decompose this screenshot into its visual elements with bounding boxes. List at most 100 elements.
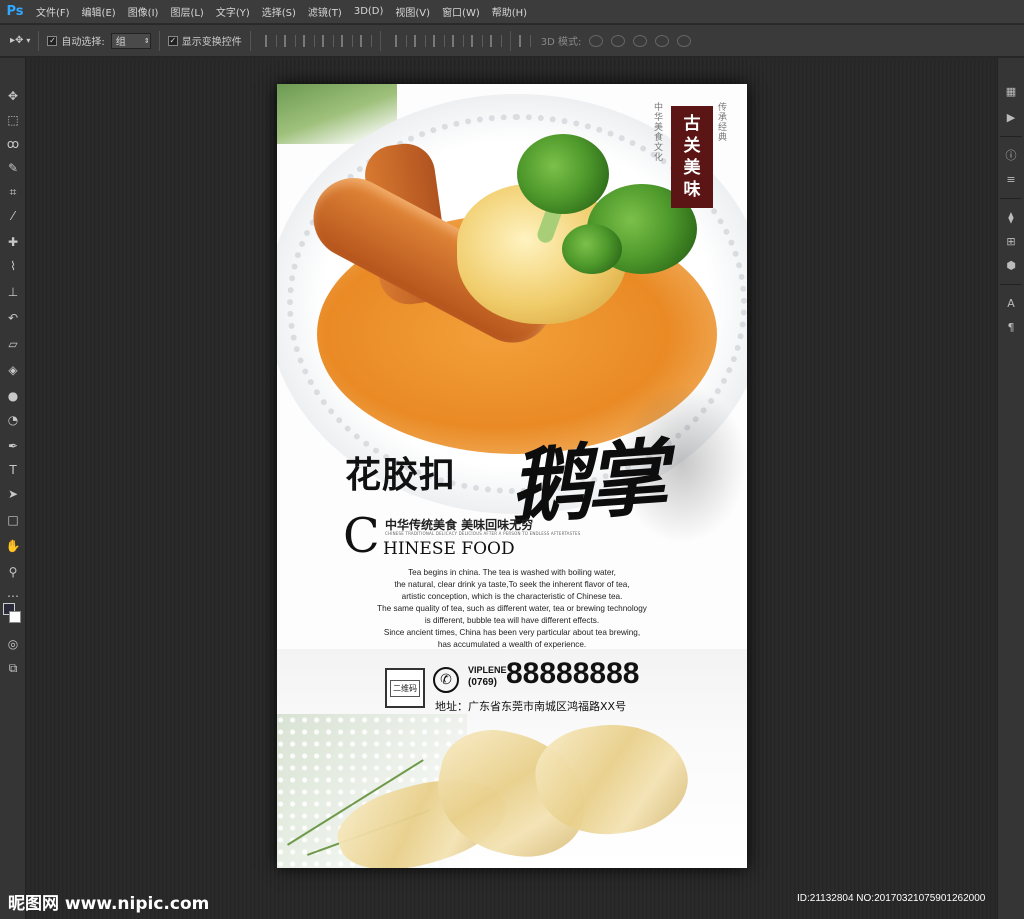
type-tool-icon[interactable]: T [5,462,21,478]
tools-panel: ✥ ⬚ ꝏ ✎ ⌗ ⁄ ✚ ⌇ ⊥ ↶ ▱ ◈ ● ◔ ✒ T ➤ □ ✋ ⚲ … [0,58,26,919]
healing-brush-tool-icon[interactable]: ✚ [5,234,21,250]
divider [249,30,251,51]
crop-tool-icon[interactable]: ⌗ [5,184,21,200]
paragraph-line: The same quality of tea, such as differe… [377,604,647,613]
distribute-vcenter-icon[interactable] [413,34,426,47]
menu-select[interactable]: 选择(S) [262,4,296,19]
hand-tool-icon[interactable]: ✋ [5,538,21,554]
blur-tool-icon[interactable]: ● [5,388,21,404]
document-canvas[interactable]: 中华美食文化 传承经典 古 关 美 味 花胶扣 鹅掌 C HINESE FOOD… [277,84,747,868]
3d-slide-icon[interactable] [655,34,670,47]
qr-code-placeholder: 二维码 [385,668,425,708]
dodge-tool-icon[interactable]: ◔ [5,412,21,428]
adjustments-icon[interactable]: ⧫ [1004,210,1018,224]
distribute-buttons [394,34,502,47]
area-code: (0769) [468,677,497,688]
vertical-caption: 中华美食文化 [652,102,662,162]
menu-3d[interactable]: 3D(D) [354,6,384,17]
move-tool-icon[interactable]: ✥ [5,88,21,104]
clone-stamp-tool-icon[interactable]: ⊥ [5,284,21,300]
menu-help[interactable]: 帮助(H) [492,4,527,19]
watermark-id: ID:21132804 NO:20170321075901262000 [797,893,986,904]
3d-rotate-icon[interactable] [589,34,604,47]
auto-select-dropdown[interactable]: 组 ⇕ [110,32,151,49]
right-panel-dock: ▦ ▶ ⓘ ≡ ⧫ ⊞ ⬢ A ¶ [997,58,1024,919]
character-icon[interactable]: A [1004,296,1018,310]
chevron-updown-icon: ⇕ [143,36,150,45]
brush-tool-icon[interactable]: ⌇ [5,258,21,274]
subtitle-rest: HINESE FOOD [383,539,515,559]
background-color[interactable] [9,611,21,623]
eraser-tool-icon[interactable]: ▱ [5,336,21,352]
align-right-icon[interactable] [359,34,372,47]
history-brush-tool-icon[interactable]: ↶ [5,310,21,326]
3d-drag-icon[interactable] [633,34,648,47]
pen-tool-icon[interactable]: ✒ [5,438,21,454]
align-vcenter-icon[interactable] [283,34,296,47]
properties-icon[interactable]: ≡ [1004,172,1018,186]
menu-filter[interactable]: 滤镜(T) [308,4,342,19]
path-select-tool-icon[interactable]: ➤ [5,486,21,502]
divider [509,30,511,51]
auto-select-label: 自动选择: [61,37,105,48]
info-icon[interactable]: ⓘ [1004,148,1018,162]
show-transform-label: 显示变换控件 [181,37,242,48]
subtitle-english: C HINESE FOOD [343,512,515,560]
rectangle-tool-icon[interactable]: □ [5,512,21,528]
align-hcenter-icon[interactable] [340,34,353,47]
zoom-tool-icon[interactable]: ⚲ [5,564,21,580]
eyedropper-tool-icon[interactable]: ⁄ [5,208,21,224]
options-bar: ▸✥ ▾ ✓ 自动选择: 组 ⇕ ✓ 显示变换控件 3D 模式: [0,25,1024,57]
3d-roll-icon[interactable] [611,34,626,47]
show-transform-checkbox[interactable]: ✓ [167,35,178,46]
3d-scale-icon[interactable] [677,34,692,47]
poster-title: 花胶扣 [345,455,457,496]
lasso-tool-icon[interactable]: ꝏ [5,136,21,152]
broccoli-image [562,224,622,274]
3d-mode-label: 3D 模式: [540,37,582,48]
styles-icon[interactable]: ⊞ [1004,234,1018,248]
distribute-right-icon[interactable] [489,34,502,47]
watermark-site: 昵图网 www.nipic.com [8,894,210,914]
distribute-left-icon[interactable] [451,34,464,47]
history-icon[interactable]: ▦ [1004,84,1018,98]
paragraph-line: is different, bubble tea will have diffe… [424,616,600,625]
menu-layer[interactable]: 图层(L) [170,4,203,19]
align-bottom-icon[interactable] [302,34,315,47]
menu-window[interactable]: 窗口(W) [442,4,480,19]
photoshop-logo-icon: Ps [6,4,24,19]
paint-bucket-tool-icon[interactable]: ◈ [5,362,21,378]
more-tools-icon[interactable]: ⋯ [5,588,21,604]
quick-select-tool-icon[interactable]: ✎ [5,160,21,176]
menu-view[interactable]: 视图(V) [395,4,430,19]
menu-bar: Ps 文件(F) 编辑(E) 图像(I) 图层(L) 文字(Y) 选择(S) 滤… [0,0,1024,24]
screen-mode-icon[interactable]: ⧉ [5,660,21,676]
actions-play-icon[interactable]: ▶ [1004,110,1018,124]
vertical-caption: 传承经典 [716,102,726,142]
3d-cube-icon[interactable]: ⬢ [1004,258,1018,272]
align-buttons [264,34,372,47]
distribute-top-icon[interactable] [394,34,407,47]
auto-align-icon[interactable] [518,34,531,47]
seal-char: 古 [683,114,701,134]
paragraph-icon[interactable]: ¶ [1004,320,1018,334]
seal-char: 味 [683,180,701,200]
address-text: 地址：广东省东莞市南城区鸿福路XX号 [435,700,627,713]
menu-edit[interactable]: 编辑(E) [82,4,116,19]
menu-type[interactable]: 文字(Y) [216,4,250,19]
phone-icon: ✆ [433,667,459,693]
paragraph-line: the natural, clear drink ya taste,To see… [394,580,630,589]
move-tool-preset-picker[interactable]: ▸✥ ▾ [10,35,30,46]
distribute-bottom-icon[interactable] [432,34,445,47]
marquee-tool-icon[interactable]: ⬚ [5,112,21,128]
title-block: 花胶扣 [345,446,456,498]
align-left-icon[interactable] [321,34,334,47]
distribute-hcenter-icon[interactable] [470,34,483,47]
color-swatches[interactable] [3,603,23,629]
auto-select-checkbox[interactable]: ✓ [47,35,58,46]
quick-mask-icon[interactable]: ◎ [5,636,21,652]
align-top-icon[interactable] [264,34,277,47]
menu-image[interactable]: 图像(I) [128,4,159,19]
divider [379,30,381,51]
menu-file[interactable]: 文件(F) [36,4,70,19]
